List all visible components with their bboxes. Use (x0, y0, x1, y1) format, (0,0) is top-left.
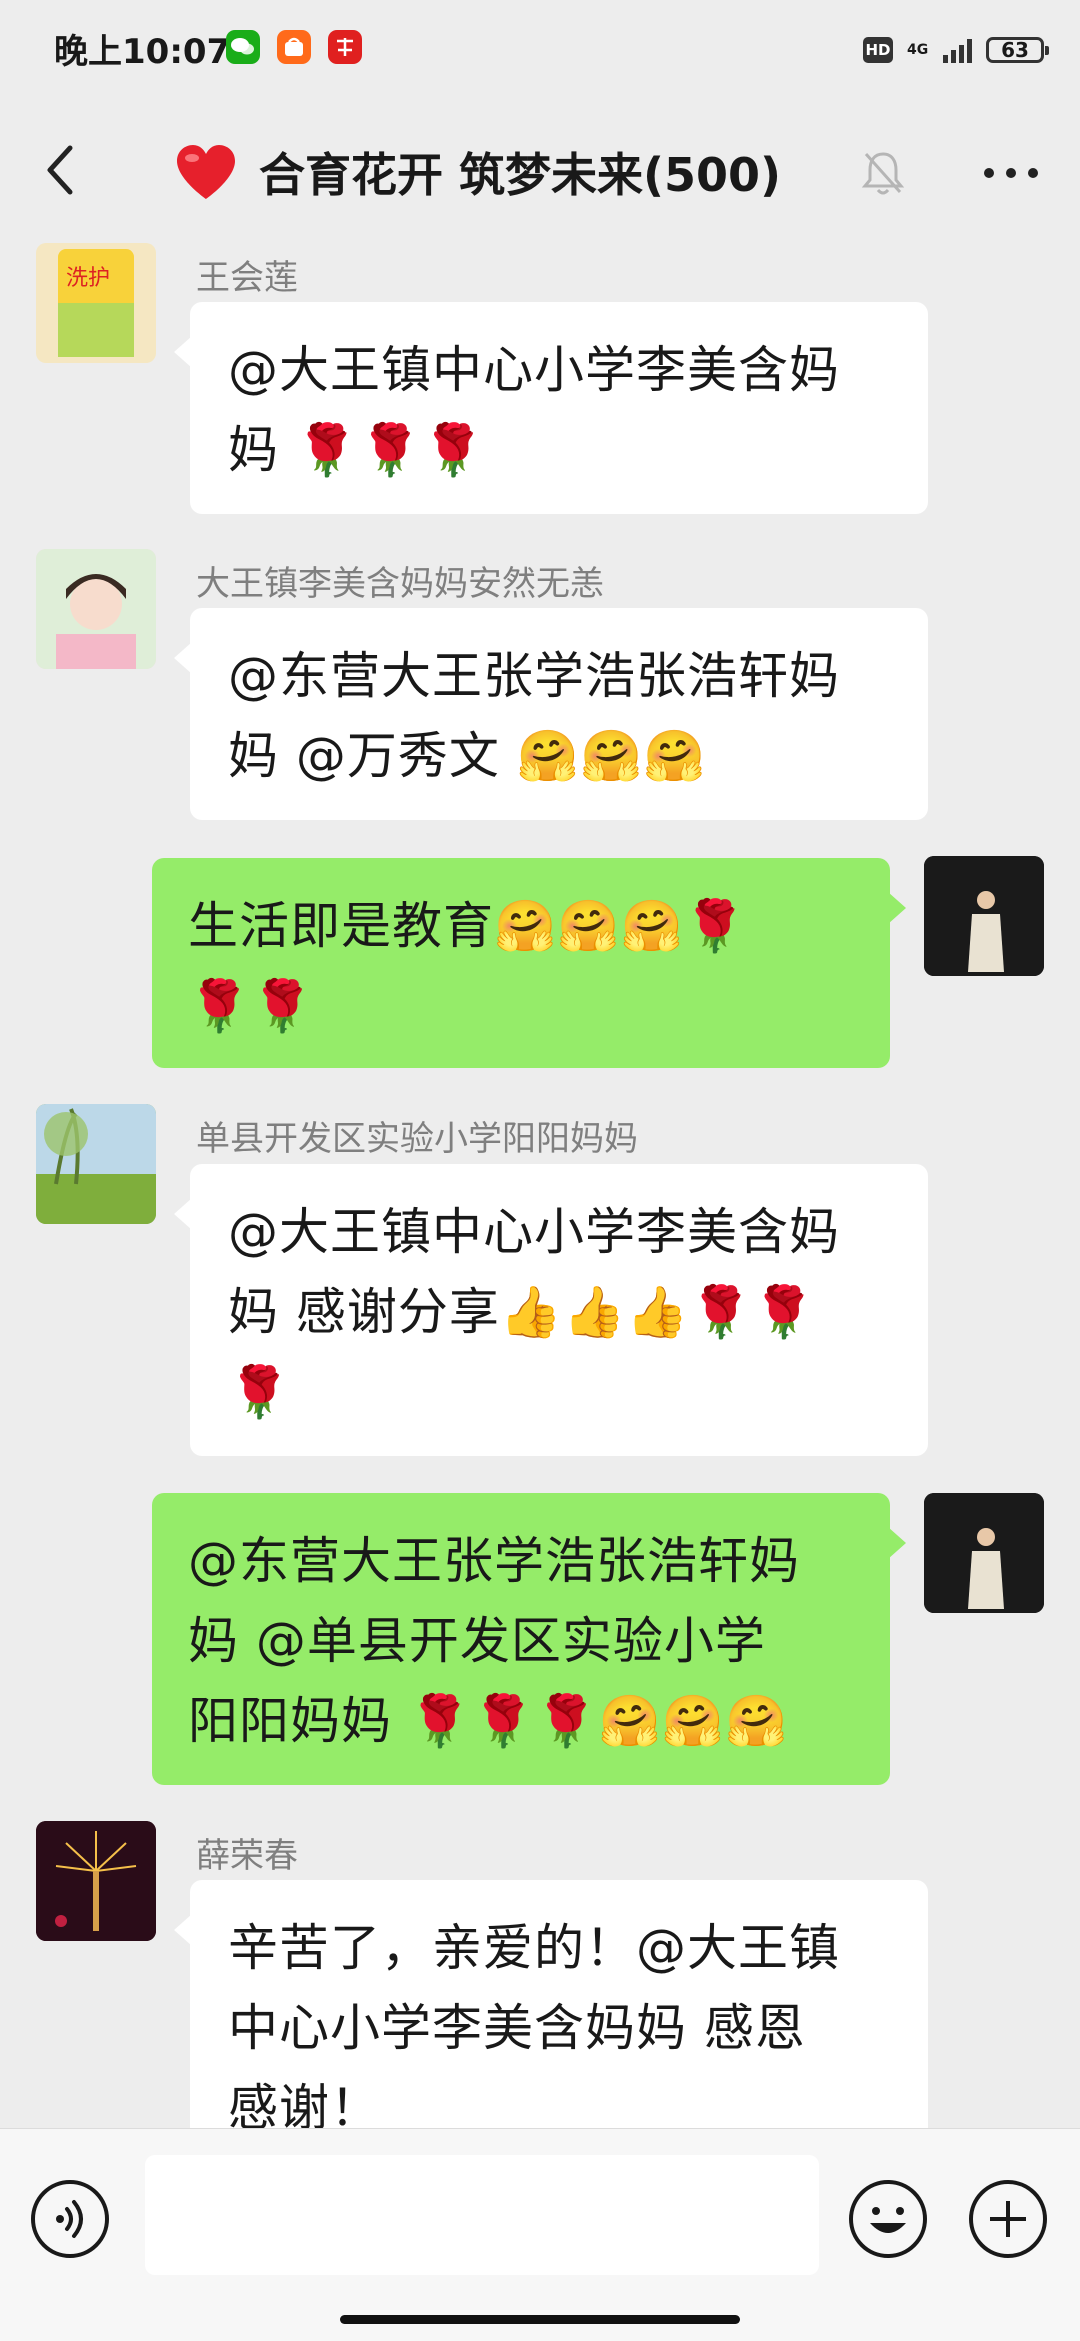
taobao-icon (277, 30, 311, 64)
voice-icon[interactable] (30, 2179, 110, 2259)
message-line: 妈 🌹🌹🌹 (228, 421, 486, 479)
hd-icon: HD (863, 37, 893, 63)
xuexi-icon (328, 30, 362, 64)
message-line: 中心小学李美含妈妈 感恩 (228, 1999, 806, 2057)
message-bubble[interactable]: 生活即是教育🤗🤗🤗🌹 🌹🌹 (152, 858, 906, 1068)
mute-bell-icon (860, 148, 906, 198)
message-bubble[interactable]: @大王镇中心小学李美含妈 妈 🌹🌹🌹 (174, 302, 928, 514)
message-bubble[interactable]: 辛苦了，亲爱的！@大王镇 中心小学李美含妈妈 感恩 感谢！ (174, 1880, 928, 2170)
chat-header: 合育花开 筑梦未来(500) (0, 112, 1080, 228)
message-line: 阳阳妈妈 🌹🌹🌹🤗🤗🤗 (188, 1692, 789, 1750)
home-indicator[interactable] (340, 2315, 740, 2324)
wechat-icon (226, 30, 260, 64)
battery-icon: 63 (986, 37, 1049, 63)
message-line: @大王镇中心小学李美含妈 (228, 1203, 840, 1261)
chat-title: 合育花开 筑梦未来(500) (259, 148, 782, 202)
back-icon[interactable] (40, 140, 80, 200)
emoji-icon[interactable] (848, 2179, 928, 2259)
heart-icon (177, 145, 235, 199)
sender-name: 单县开发区实验小学阳阳妈妈 (196, 1119, 638, 1159)
more-icon[interactable] (984, 168, 1038, 178)
signal-icon (943, 37, 972, 63)
message-line: 🌹🌹 (188, 977, 315, 1035)
input-bar (0, 2128, 1080, 2341)
message-bubble[interactable]: @东营大王张学浩张浩轩妈 妈 @万秀文 🤗🤗🤗 (174, 608, 928, 820)
message-line: 生活即是教育🤗🤗🤗🌹 (188, 897, 748, 955)
message-line: 辛苦了，亲爱的！@大王镇 (228, 1919, 840, 1977)
status-time: 晚上10:07 (54, 32, 231, 72)
message-line: 妈 感谢分享👍👍👍🌹🌹 (228, 1283, 817, 1341)
network-type: 4G (907, 41, 929, 58)
message-line: 妈 @万秀文 🤗🤗🤗 (228, 727, 707, 785)
chat-title-group[interactable]: 合育花开 筑梦未来(500) (175, 142, 781, 202)
message-bubble[interactable]: @东营大王张学浩张浩轩妈 妈 @单县开发区实验小学 阳阳妈妈 🌹🌹🌹🤗🤗🤗 (152, 1493, 906, 1785)
sender-name: 王会莲 (196, 258, 298, 298)
message-input[interactable] (145, 2155, 819, 2275)
message-bubble[interactable]: @大王镇中心小学李美含妈 妈 感谢分享👍👍👍🌹🌹 🌹 (174, 1164, 928, 1456)
avatar[interactable] (36, 1104, 156, 1224)
my-avatar[interactable] (924, 856, 1044, 976)
battery-level: 63 (1001, 38, 1029, 62)
message-line: 妈 @单县开发区实验小学 (188, 1612, 766, 1670)
message-line: 🌹 (228, 1363, 292, 1421)
sender-name: 薛荣春 (196, 1836, 298, 1876)
avatar[interactable] (36, 1821, 156, 1941)
my-avatar[interactable] (924, 1493, 1044, 1613)
avatar[interactable]: 洗护 (36, 243, 156, 363)
plus-icon[interactable] (968, 2179, 1048, 2259)
sender-name: 大王镇李美含妈妈安然无恙 (196, 564, 604, 604)
svg-text:洗护: 洗护 (66, 266, 110, 291)
message-line: @东营大王张学浩张浩轩妈 (188, 1532, 800, 1590)
avatar[interactable] (36, 549, 156, 669)
message-line: @东营大王张学浩张浩轩妈 (228, 647, 840, 705)
status-bar: 晚上10:07 HD 4G 63 (0, 0, 1080, 96)
message-line: @大王镇中心小学李美含妈 (228, 341, 840, 399)
